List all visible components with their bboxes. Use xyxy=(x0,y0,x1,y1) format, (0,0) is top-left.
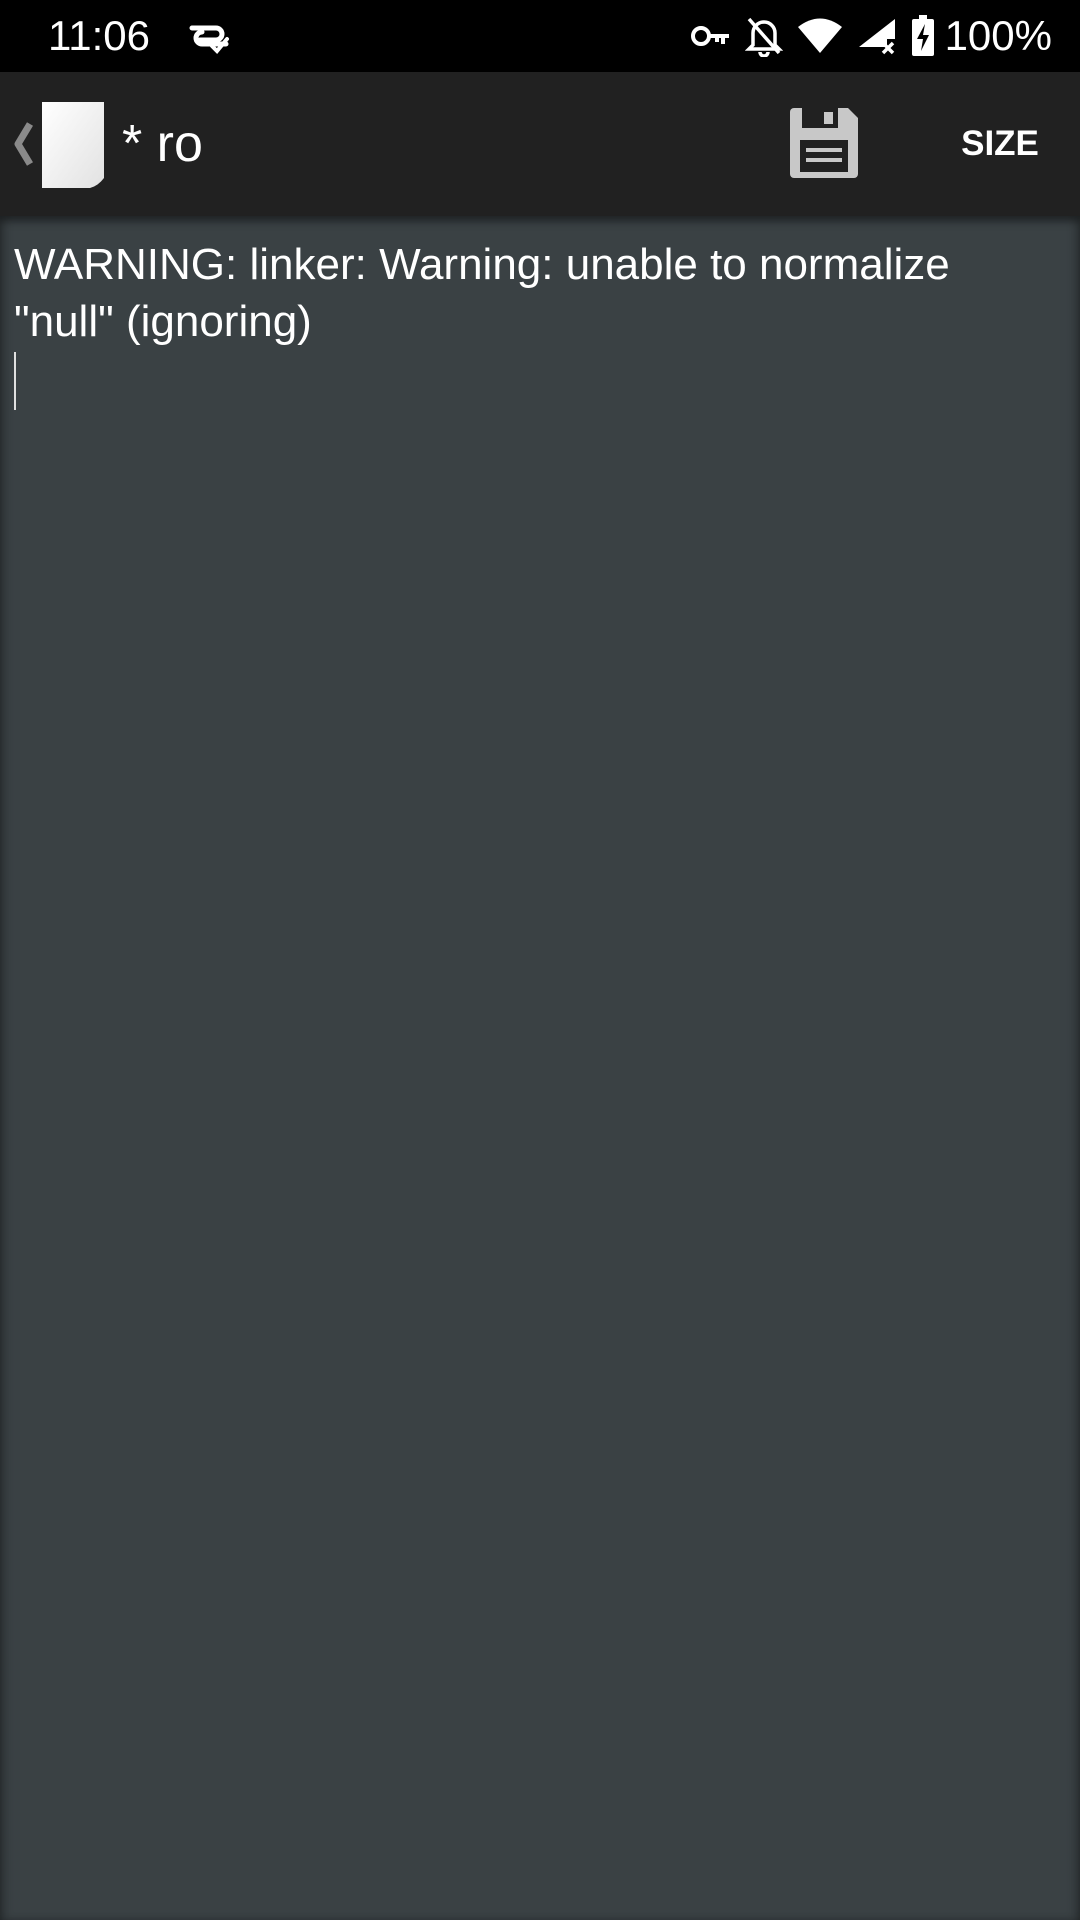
vpn-key-icon xyxy=(690,26,729,46)
battery-percent: 100% xyxy=(944,12,1052,59)
text-editor[interactable]: WARNING: linker: Warning: unable to norm… xyxy=(0,216,1080,1920)
status-bar: 11:06 100% xyxy=(0,0,1080,72)
app-bar: * ro SIZE xyxy=(0,72,1080,216)
status-time: 11:06 xyxy=(48,12,150,59)
notifications-off-icon xyxy=(744,17,783,57)
cell-signal-icon xyxy=(858,19,895,55)
back-chevron-icon[interactable] xyxy=(12,118,34,170)
wifi-icon xyxy=(797,18,842,53)
file-title: * ro xyxy=(122,115,203,173)
text-cursor xyxy=(14,352,16,410)
battery-charging-icon xyxy=(911,15,934,56)
document-icon[interactable] xyxy=(38,100,108,190)
status-icons: 100% xyxy=(690,12,1052,60)
app-sync-icon xyxy=(189,25,229,54)
editor-line-2: "null" (ignoring) xyxy=(14,297,312,346)
editor-line-1: WARNING: linker: Warning: unable to norm… xyxy=(14,240,950,289)
save-icon[interactable] xyxy=(786,106,862,182)
size-button[interactable]: SIZE xyxy=(940,116,1060,172)
editor-content[interactable]: WARNING: linker: Warning: unable to norm… xyxy=(14,236,1044,350)
